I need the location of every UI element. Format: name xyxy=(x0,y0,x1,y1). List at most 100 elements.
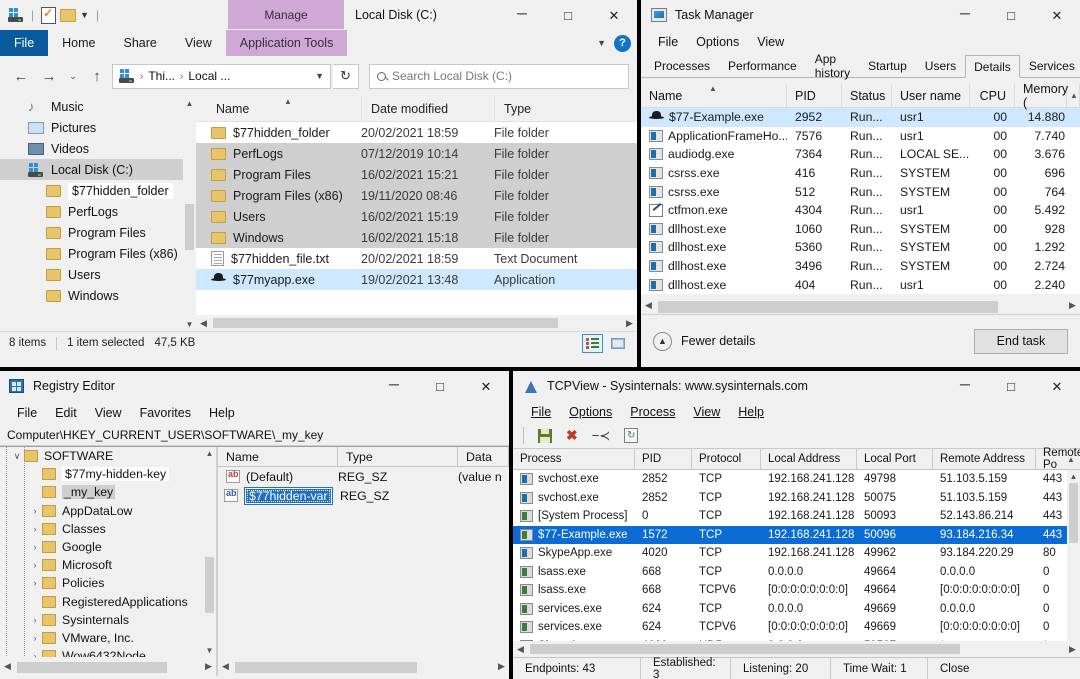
column-type[interactable]: Type xyxy=(494,96,624,122)
column-protocol[interactable]: Protocol xyxy=(692,449,761,470)
registry-node-policies[interactable]: › Policies xyxy=(0,574,216,592)
column-date-modified[interactable]: Date modified xyxy=(361,96,494,122)
column-status[interactable]: Status xyxy=(842,84,892,108)
address-dropdown-icon[interactable]: ▼ xyxy=(315,71,324,81)
scroll-thumb[interactable] xyxy=(658,301,998,313)
column-data[interactable]: Data xyxy=(458,447,509,467)
table-row[interactable]: PerfLogs 07/12/2019 10:14 File folder xyxy=(196,143,637,164)
chevron-right-icon[interactable]: › xyxy=(28,542,42,552)
table-row[interactable]: $77hidden_folder 20/02/2021 18:59 File f… xyxy=(196,122,637,143)
registry-node-google[interactable]: › Google xyxy=(0,538,216,556)
tree-item-program-files-x86[interactable]: Program Files (x86) xyxy=(0,243,196,264)
values-horizontal-scrollbar[interactable]: ◀ ▶ xyxy=(218,657,509,676)
table-row[interactable]: (Default) REG_SZ (value n xyxy=(218,467,509,486)
maximize-button[interactable] xyxy=(545,0,591,30)
help-icon[interactable]: ? xyxy=(614,35,631,52)
table-row[interactable]: $77-Example.exe 1572 TCP 192.168.241.128… xyxy=(513,526,1080,545)
table-row[interactable]: csrss.exe 416 Run... SYSTEM 00 696 xyxy=(641,164,1080,183)
column-local-port[interactable]: Local Port xyxy=(857,449,933,470)
column-name[interactable]: Name ▲ xyxy=(196,96,361,122)
menu-file[interactable]: File xyxy=(522,405,560,419)
maximize-button[interactable] xyxy=(417,371,463,401)
properties-icon[interactable] xyxy=(41,7,56,24)
menu-view[interactable]: View xyxy=(86,406,131,420)
tree-item-program-files[interactable]: Program Files xyxy=(0,222,196,243)
column-memory[interactable]: Memory ( xyxy=(1015,84,1067,108)
header-scroll-up-icon[interactable]: ▲ xyxy=(1067,449,1080,470)
tab-users[interactable]: Users xyxy=(916,55,965,77)
registry-tree-scrollbar[interactable]: ▲ ▼ xyxy=(203,447,216,657)
menu-help[interactable]: Help xyxy=(729,405,773,419)
chevron-right-icon[interactable]: › xyxy=(28,524,42,534)
tab-startup[interactable]: Startup xyxy=(859,55,916,77)
end-task-button[interactable]: End task xyxy=(974,329,1068,354)
close-button[interactable] xyxy=(1034,0,1080,30)
menu-options[interactable]: Options xyxy=(687,35,748,49)
registry-node-hidden-key[interactable]: $77my-hidden-key xyxy=(0,465,216,483)
minimize-button[interactable] xyxy=(371,371,417,401)
save-icon[interactable] xyxy=(538,429,552,443)
delete-icon[interactable]: ✖ xyxy=(566,427,578,444)
column-local-address[interactable]: Local Address xyxy=(761,449,857,470)
disconnect-icon[interactable]: −≺ xyxy=(592,428,610,444)
tree-item-users[interactable]: Users xyxy=(0,264,196,285)
up-button[interactable]: ↑ xyxy=(84,63,110,89)
registry-node-classes[interactable]: › Classes xyxy=(0,520,216,538)
tree-item-local-disk[interactable]: Local Disk (C:) xyxy=(0,159,196,180)
close-button[interactable] xyxy=(591,0,637,30)
details-view-icon[interactable] xyxy=(582,334,603,353)
minimize-button[interactable] xyxy=(942,0,988,30)
table-row[interactable]: dllhost.exe 5360 Run... SYSTEM 00 1.292 xyxy=(641,238,1080,257)
registry-node-microsoft[interactable]: › Microsoft xyxy=(0,556,216,574)
tab-share[interactable]: Share xyxy=(110,30,171,56)
tab-performance[interactable]: Performance xyxy=(719,55,806,77)
tab-home[interactable]: Home xyxy=(48,30,109,56)
scroll-left-icon[interactable]: ◀ xyxy=(641,300,656,311)
chevron-right-icon[interactable]: › xyxy=(28,615,42,625)
chevron-right-icon[interactable]: › xyxy=(28,560,42,570)
column-pid[interactable]: PID xyxy=(635,449,692,470)
table-row[interactable]: [System Process] 0 TCP 192.168.241.128 5… xyxy=(513,507,1080,526)
scroll-right-icon[interactable]: ▶ xyxy=(494,661,509,672)
column-remote-port[interactable]: Remote Po xyxy=(1036,449,1067,470)
tab-app-history[interactable]: App history xyxy=(806,55,859,77)
table-row[interactable]: $77-Example.exe 2952 Run... usr1 00 14.8… xyxy=(641,108,1080,127)
scroll-left-icon[interactable]: ◀ xyxy=(0,661,15,672)
menu-view[interactable]: View xyxy=(748,35,793,49)
quick-access-toolbar[interactable]: | ▼ | xyxy=(0,0,102,30)
tree-item-windows[interactable]: Windows xyxy=(0,285,196,306)
tab-application-tools[interactable]: Application Tools xyxy=(226,30,348,56)
table-row[interactable]: audiodg.exe 7364 Run... LOCAL SE... 00 3… xyxy=(641,145,1080,164)
scroll-left-icon[interactable]: ◀ xyxy=(218,661,233,672)
tab-file[interactable]: File xyxy=(0,30,48,56)
scroll-left-icon[interactable]: ◀ xyxy=(513,644,528,655)
tab-services[interactable]: Services xyxy=(1020,55,1080,77)
scroll-up-icon[interactable]: ▲ xyxy=(203,447,216,460)
registry-node-registeredapplications[interactable]: RegisteredApplications xyxy=(0,593,216,611)
registry-node-my-key[interactable]: _my_key xyxy=(0,483,216,501)
tcpview-horizontal-scrollbar[interactable]: ◀ ▶ xyxy=(513,641,1080,657)
forward-button[interactable]: → xyxy=(36,63,62,89)
minimize-button[interactable] xyxy=(942,371,988,401)
table-row[interactable]: dllhost.exe 404 Run... usr1 00 2.240 xyxy=(641,275,1080,294)
taskmanager-horizontal-scrollbar[interactable]: ◀ ▶ xyxy=(641,297,1080,314)
new-folder-icon[interactable] xyxy=(60,9,76,22)
tab-view[interactable]: View xyxy=(171,30,226,56)
table-row[interactable]: Users 16/02/2021 15:19 File folder xyxy=(196,206,637,227)
column-type[interactable]: Type xyxy=(338,447,458,467)
menu-options[interactable]: Options xyxy=(560,405,621,419)
breadcrumb-local-disk[interactable]: Local ... xyxy=(188,69,230,83)
column-cpu[interactable]: CPU xyxy=(970,84,1015,108)
table-row[interactable]: services.exe 624 TCP 0.0.0.0 49669 0.0.0… xyxy=(513,600,1080,619)
fewer-details-button[interactable]: ▲ Fewer details xyxy=(653,332,755,351)
minimize-button[interactable] xyxy=(499,0,545,30)
registry-node-wow6432node[interactable]: › Wow6432Node xyxy=(0,647,216,657)
manage-contextual-header[interactable]: Manage xyxy=(228,0,344,29)
scroll-track[interactable] xyxy=(528,643,1065,655)
header-scroll-up-icon[interactable]: ▲ xyxy=(1067,84,1080,108)
chevron-right-icon[interactable]: › xyxy=(28,651,42,657)
tree-item-pictures[interactable]: Pictures xyxy=(0,117,196,138)
search-input[interactable]: Search Local Disk (C:) xyxy=(369,64,629,89)
menu-file[interactable]: File xyxy=(8,406,46,420)
tree-item-music[interactable]: ♪ Music xyxy=(0,96,196,117)
